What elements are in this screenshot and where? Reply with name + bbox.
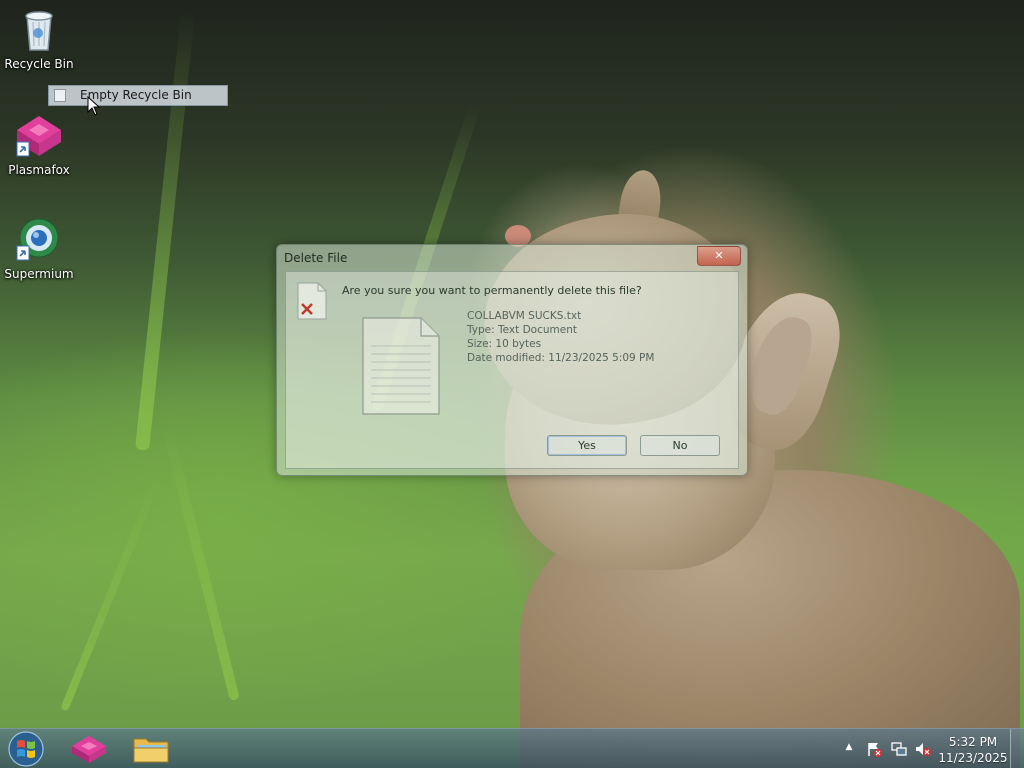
desktop-icon-plasmafox[interactable]: Plasmafox: [1, 112, 77, 177]
show-desktop-button[interactable]: [1010, 729, 1024, 768]
file-details: COLLABVM SUCKS.txt Type: Text Document S…: [467, 309, 654, 365]
taskbar-plasmafox-button[interactable]: [62, 732, 116, 766]
network-icon[interactable]: [891, 741, 907, 757]
taskbar: ▲ 5:32 PM 11/23/2025: [0, 728, 1024, 768]
file-type: Type: Text Document: [467, 324, 577, 336]
plasmafox-icon: [16, 116, 61, 157]
wallpaper-grass: [135, 11, 195, 451]
desktop-icon-supermium[interactable]: Supermium: [1, 216, 77, 281]
wallpaper-grass: [162, 427, 240, 702]
desktop-icon-label: Plasmafox: [8, 163, 70, 177]
recycle-bin-small-icon: [54, 89, 66, 102]
taskbar-explorer-button[interactable]: [124, 732, 178, 766]
desktop[interactable]: Recycle Bin Plasmafox Supermium Empty Re…: [0, 0, 1024, 768]
supermium-icon: [16, 218, 59, 261]
close-button[interactable]: ✕: [697, 246, 741, 266]
mouse-cursor-icon: [87, 96, 101, 116]
desktop-icon-label: Recycle Bin: [4, 57, 74, 71]
yes-button[interactable]: Yes: [547, 435, 627, 456]
confirm-question: Are you sure you want to permanently del…: [342, 284, 642, 297]
windows-orb-icon[interactable]: [6, 730, 46, 768]
dialog-title: Delete File: [284, 251, 348, 265]
delete-file-icon: [297, 282, 327, 320]
file-name: COLLABVM SUCKS.txt: [467, 310, 582, 322]
recycle-bin-icon: [25, 11, 53, 51]
clock-time: 5:32 PM: [948, 735, 998, 749]
show-hidden-icons-button[interactable]: ▲: [843, 742, 855, 758]
desktop-icon-recycle-bin[interactable]: Recycle Bin: [1, 6, 77, 71]
no-button[interactable]: No: [640, 435, 720, 456]
context-menu-empty-recycle-bin[interactable]: Empty Recycle Bin: [48, 85, 228, 106]
file-size: Size: 10 bytes: [467, 338, 542, 350]
clock-date: 11/23/2025: [938, 751, 1008, 765]
delete-file-dialog[interactable]: Delete File ✕ Are you sure you want to p…: [276, 244, 748, 476]
wallpaper-grass: [60, 476, 162, 712]
desktop-icon-label: Supermium: [4, 267, 74, 281]
volume-muted-icon[interactable]: [915, 741, 931, 757]
system-clock[interactable]: 5:32 PM 11/23/2025: [938, 734, 1008, 766]
dialog-client-area: Are you sure you want to permanently del…: [285, 271, 739, 469]
text-file-icon: [362, 317, 440, 415]
action-center-flag-icon[interactable]: [866, 741, 882, 757]
file-date-modified: Date modified: 11/23/2025 5:09 PM: [467, 352, 655, 364]
